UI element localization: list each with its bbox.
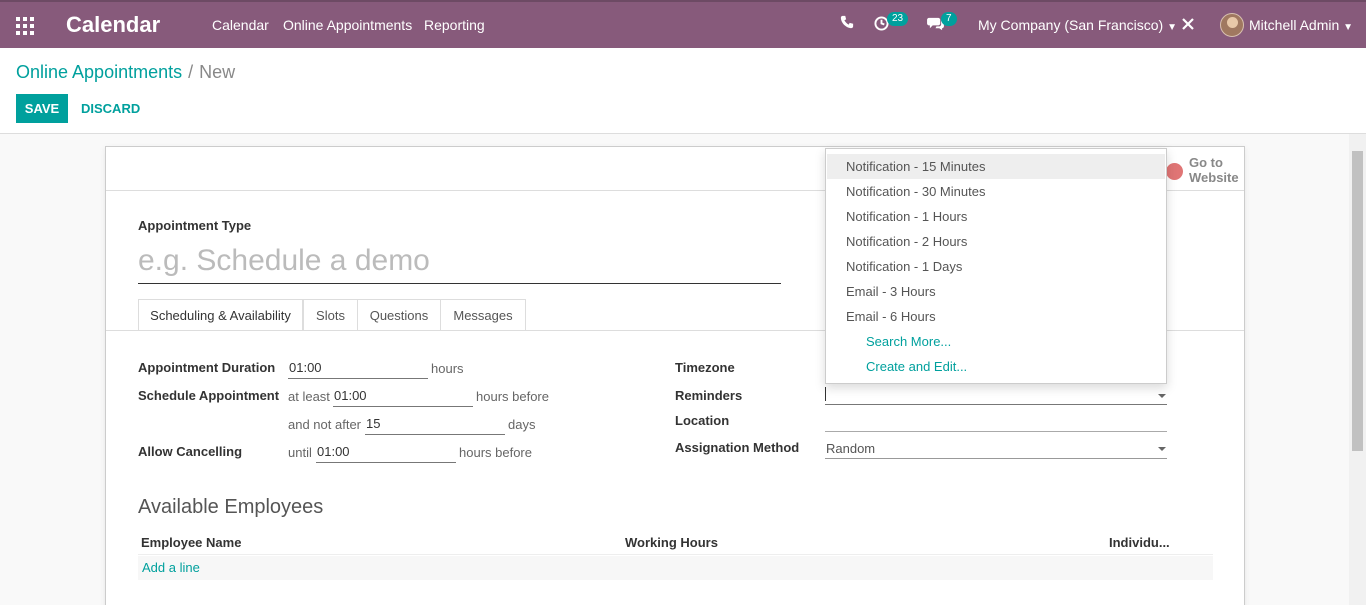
text-cursor [825,387,826,401]
scrollbar-thumb[interactable] [1352,151,1363,451]
assignation-select[interactable]: Random [825,437,1167,459]
schedule-max-input[interactable] [365,413,505,435]
breadcrumb-parent[interactable]: Online Appointments [16,62,182,82]
tab-slots[interactable]: Slots [303,299,358,331]
search-more-link[interactable]: Search More... [827,329,1165,354]
caret-down-icon[interactable] [1158,394,1166,398]
assignation-value: Random [826,441,876,456]
table-row: Add a line [138,556,1213,580]
duration-input[interactable] [288,357,428,379]
appointment-type-label: Appointment Type [138,218,252,233]
caret-down-icon[interactable] [1158,447,1166,451]
assignation-label: Assignation Method [675,440,800,455]
top-navbar: Calendar Calendar Online Appointments Re… [0,0,1366,48]
chevron-down-icon: ▼ [1167,22,1177,33]
scrollbar[interactable] [1349,134,1366,605]
not-after-suffix: days [508,417,536,432]
go-to-website-button[interactable]: Go to Website [1166,155,1246,185]
debug-tools-icon[interactable] [1181,17,1195,36]
not-after-prefix: and not after [288,417,361,432]
column-employee-name[interactable]: Employee Name [141,535,241,550]
user-menu[interactable]: Mitchell Admin ▼ [1249,17,1353,33]
breadcrumb-separator: / [188,62,194,82]
menu-calendar[interactable]: Calendar [212,17,269,33]
section-title-employees: Available Employees [138,496,324,518]
breadcrumb-current: New [199,62,236,82]
discard-button[interactable]: DISCARD [81,101,140,116]
save-button[interactable]: SAVE [16,94,68,123]
globe-icon [1166,163,1183,180]
menu-online-appointments[interactable]: Online Appointments [283,17,412,33]
tab-scheduling-availability[interactable]: Scheduling & Availability [138,299,303,331]
reminders-dropdown: Notification - 15 Minutes Notification -… [825,148,1167,384]
dropdown-option[interactable]: Notification - 15 Minutes [827,154,1165,179]
dropdown-option[interactable]: Notification - 1 Days [827,254,1165,279]
schedule-label: Schedule Appointment [138,388,280,403]
apps-menu-icon[interactable] [16,17,34,35]
avatar[interactable] [1220,13,1244,37]
add-line-link[interactable]: Add a line [142,560,200,575]
dropdown-option[interactable]: Email - 6 Hours [827,304,1165,329]
cancel-label: Allow Cancelling [138,444,243,459]
breadcrumb: Online Appointments / New [16,62,235,83]
company-name: My Company (San Francisco) [978,17,1164,33]
schedule-suffix: hours before [476,389,549,404]
dropdown-option[interactable]: Notification - 1 Hours [827,204,1165,229]
schedule-min-input[interactable] [333,385,473,407]
cancel-suffix: hours before [459,445,532,460]
reminders-label: Reminders [675,388,743,403]
location-input[interactable] [825,410,1167,432]
dropdown-option[interactable]: Email - 3 Hours [827,279,1165,304]
tab-questions[interactable]: Questions [357,299,441,331]
menu-reporting[interactable]: Reporting [424,17,485,33]
column-individual[interactable]: Individu... [1109,535,1170,550]
reminders-input[interactable] [825,383,1167,405]
dropdown-option[interactable]: Notification - 30 Minutes [827,179,1165,204]
phone-icon[interactable] [840,15,854,34]
column-working-hours[interactable]: Working Hours [625,535,718,550]
create-and-edit-link[interactable]: Create and Edit... [827,354,1165,379]
website-button-line1: Go to [1189,155,1223,170]
tab-messages[interactable]: Messages [440,299,526,331]
activity-badge: 23 [887,12,909,26]
schedule-prefix: at least [288,389,330,404]
appointment-type-input[interactable] [138,239,781,284]
duration-label: Appointment Duration [138,360,276,375]
cancel-input[interactable] [316,441,456,463]
control-panel: Online Appointments / New SAVE DISCARD [0,48,1366,134]
user-name: Mitchell Admin [1249,17,1340,33]
employees-table-header: Employee Name Working Hours Individu... [138,531,1213,555]
app-title: Calendar [66,12,161,37]
website-button-line2: Website [1189,170,1239,185]
messages-badge: 7 [941,12,957,26]
timezone-label: Timezone [675,360,735,375]
cancel-prefix: until [288,445,312,460]
dropdown-option[interactable]: Notification - 2 Hours [827,229,1165,254]
chevron-down-icon: ▼ [1343,22,1354,33]
company-switcher[interactable]: My Company (San Francisco) ▼ [978,17,1177,33]
location-label: Location [675,413,730,428]
duration-unit: hours [431,361,464,376]
